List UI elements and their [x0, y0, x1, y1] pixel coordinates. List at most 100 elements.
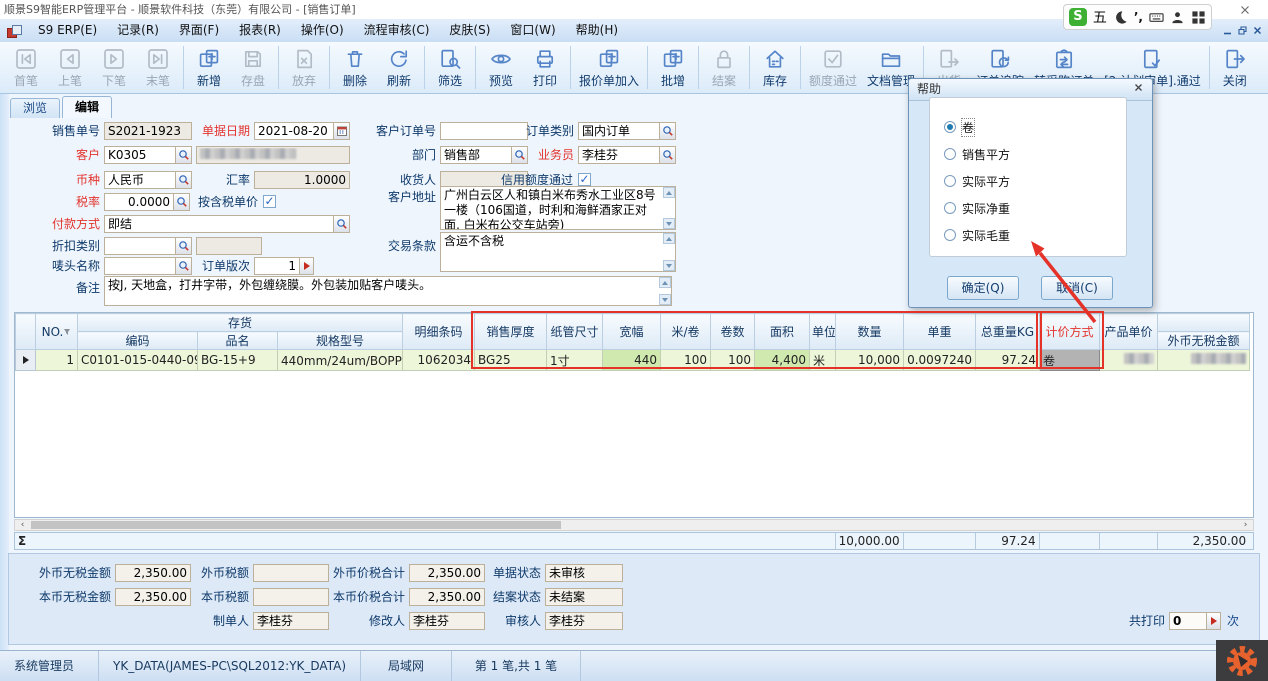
col-header-unit-weight[interactable]: 单重: [904, 314, 976, 350]
terms-textarea[interactable]: 含运不含税: [440, 232, 676, 272]
radio-option-sales-sqm[interactable]: 销售平方: [944, 147, 1010, 161]
toolbar-last-button[interactable]: 末笔: [136, 42, 180, 93]
lookup-button[interactable]: [173, 194, 189, 210]
toolbar-save-button[interactable]: 存盘: [231, 42, 275, 93]
discount-field[interactable]: [104, 237, 192, 255]
ok-button[interactable]: 确定(Q): [947, 276, 1019, 300]
person-icon[interactable]: [1170, 10, 1185, 25]
col-header-pricing[interactable]: 计价方式: [1040, 314, 1100, 350]
radio-option-actual-sqm[interactable]: 实际平方: [944, 174, 1010, 188]
tax-rate-field[interactable]: 0.0000: [104, 193, 190, 211]
cell-pricing-selected[interactable]: 卷: [1040, 350, 1100, 371]
tax-included-checkbox[interactable]: ✓: [263, 195, 276, 208]
cell-qty[interactable]: 10,000: [836, 350, 904, 371]
cell-core[interactable]: 1寸: [547, 350, 603, 371]
scroll-thumb[interactable]: [31, 521, 561, 529]
ime-mode-wubi[interactable]: 五: [1093, 7, 1107, 27]
col-header-spec[interactable]: 规格型号: [278, 332, 403, 350]
toolbar-filter-button[interactable]: 筛选: [428, 42, 472, 93]
sogou-logo-icon[interactable]: [1069, 8, 1087, 26]
remark-scroll-up[interactable]: [659, 277, 671, 288]
lookup-button[interactable]: [333, 216, 349, 232]
radio-option-gross-weight[interactable]: 实际毛重: [944, 228, 1010, 242]
col-header-barcode[interactable]: 明细条码: [403, 314, 475, 350]
cell-spec[interactable]: 440mm/24um/BOPP预涂...: [278, 350, 403, 371]
toolbar-first-button[interactable]: 首笔: [4, 42, 48, 93]
col-header-fc-amount[interactable]: 外币无税金额: [1158, 332, 1250, 350]
col-header-width[interactable]: 宽幅: [603, 314, 661, 350]
col-header-area[interactable]: 面积: [755, 314, 810, 350]
mark-field[interactable]: [104, 257, 192, 275]
keyboard-icon[interactable]: [1149, 10, 1164, 25]
scroll-right-arrow[interactable]: ›: [1239, 520, 1252, 530]
toolbar-close-button[interactable]: 关闭: [1213, 42, 1257, 93]
address-scroll-up[interactable]: [663, 187, 675, 198]
cell-total-weight[interactable]: 97.24: [976, 350, 1040, 371]
toolbar-refresh-button[interactable]: 刷新: [377, 42, 421, 93]
dialog-close-button[interactable]: [1130, 82, 1146, 97]
print-count-field[interactable]: 0: [1169, 612, 1221, 630]
menu-s9erp[interactable]: S9 ERP(E): [28, 19, 107, 42]
col-header-thickness[interactable]: 销售厚度: [475, 314, 547, 350]
tab-browse[interactable]: 浏览: [10, 98, 60, 118]
toolbar-preview-button[interactable]: 预览: [479, 42, 523, 93]
address-textarea[interactable]: 广州白云区人和镇白米布秀水工业区8号一楼（106国道，时利和海鲜酒家正对面, 白…: [440, 186, 676, 230]
version-field[interactable]: 1: [254, 257, 314, 275]
cell-barcode[interactable]: 1062034: [403, 350, 475, 371]
moon-icon[interactable]: [1113, 10, 1128, 25]
scroll-left-arrow[interactable]: ‹: [16, 520, 29, 530]
menu-record[interactable]: 记录(R): [107, 19, 169, 42]
cell-name[interactable]: BG-15+9: [198, 350, 278, 371]
col-header-code[interactable]: 编码: [78, 332, 198, 350]
punctuation-icon[interactable]: [1134, 10, 1143, 24]
col-header-price[interactable]: 产品单价: [1100, 314, 1158, 350]
radio-option-net-weight[interactable]: 实际净重: [944, 201, 1010, 215]
remark-textarea[interactable]: 按J, 天地盒，打井字带，外包缠绕膜。外包装加贴客户唛头。: [104, 276, 672, 306]
col-header-m-per-roll[interactable]: 米/卷: [661, 314, 711, 350]
cancel-button[interactable]: 取消(C): [1041, 276, 1113, 300]
tab-edit[interactable]: 编辑: [62, 96, 112, 118]
toolbox-icon[interactable]: [1191, 10, 1206, 25]
menu-report[interactable]: 报表(R): [229, 19, 291, 42]
currency-field[interactable]: 人民币: [104, 171, 192, 189]
col-header-qty[interactable]: 数量: [836, 314, 904, 350]
cell-no[interactable]: 1: [36, 350, 78, 371]
menu-window[interactable]: 窗口(W): [500, 19, 565, 42]
tray-app-shortcut[interactable]: [1216, 640, 1268, 681]
menu-help[interactable]: 帮助(H): [566, 19, 628, 42]
radio-option-roll[interactable]: 卷: [944, 120, 974, 134]
remark-scroll-down[interactable]: [659, 294, 671, 305]
lookup-button[interactable]: [175, 172, 191, 188]
lookup-button[interactable]: [175, 258, 191, 274]
col-group-inventory[interactable]: 存货: [78, 314, 403, 332]
toolbar-close-case-button[interactable]: 结案: [702, 42, 746, 93]
menu-interface[interactable]: 界面(F): [169, 19, 229, 42]
payment-field[interactable]: 即结: [104, 215, 350, 233]
dept-field[interactable]: 销售部: [440, 146, 528, 164]
terms-scroll-up[interactable]: [663, 233, 675, 244]
cell-thickness[interactable]: BG25: [475, 350, 547, 371]
col-header-no[interactable]: NO.: [36, 314, 78, 350]
cell-width[interactable]: 440: [603, 350, 661, 371]
grid-hscrollbar[interactable]: ‹ ›: [14, 519, 1254, 531]
lookup-button[interactable]: [659, 147, 675, 163]
toolbar-prev-button[interactable]: 上笔: [48, 42, 92, 93]
version-spinner-button[interactable]: [299, 258, 313, 274]
cell-price-masked[interactable]: [1100, 350, 1158, 371]
address-scroll-down[interactable]: [663, 218, 675, 229]
calendar-button[interactable]: [333, 123, 349, 139]
toolbar-batch-add-button[interactable]: 批增: [651, 42, 695, 93]
toolbar-inventory-button[interactable]: 库存: [753, 42, 797, 93]
print-count-spinner[interactable]: [1206, 613, 1220, 629]
cell-area[interactable]: 4,400: [755, 350, 810, 371]
toolbar-delete-button[interactable]: 删除: [333, 42, 377, 93]
mdi-minimize-button[interactable]: [1219, 23, 1235, 37]
toolbar-print-button[interactable]: 打印: [523, 42, 567, 93]
cell-code[interactable]: C0101-015-0440-09: [78, 350, 198, 371]
cell-rolls[interactable]: 100: [711, 350, 755, 371]
customer-field[interactable]: K0305: [104, 146, 192, 164]
lookup-button[interactable]: [511, 147, 527, 163]
lookup-button[interactable]: [175, 147, 191, 163]
col-header-name[interactable]: 品名: [198, 332, 278, 350]
col-header-rolls[interactable]: 卷数: [711, 314, 755, 350]
